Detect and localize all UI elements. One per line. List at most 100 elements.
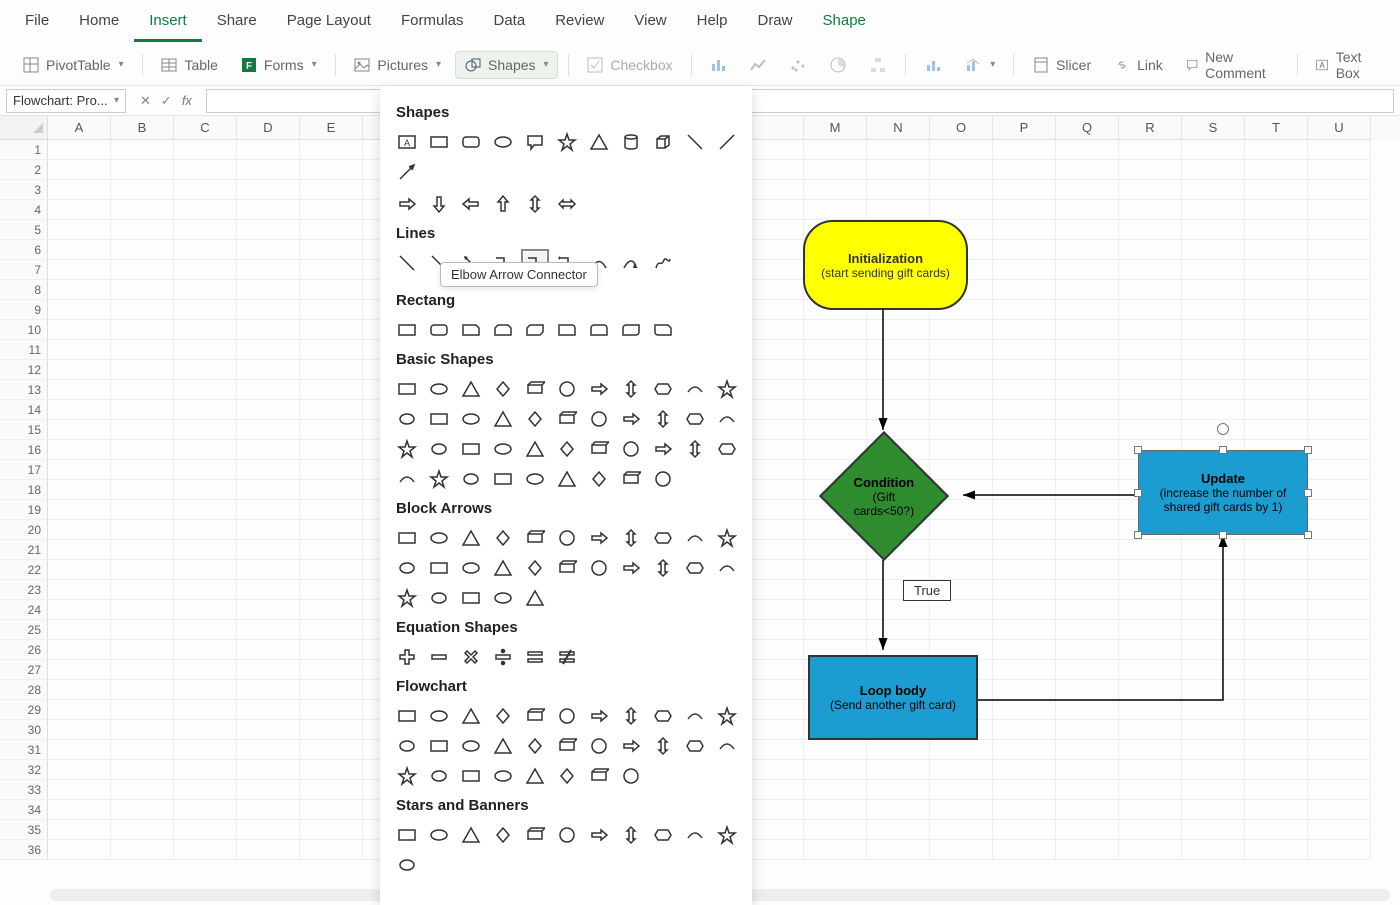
grid-cell[interactable] (1056, 580, 1119, 600)
tab-review[interactable]: Review (540, 2, 619, 42)
grid-cell[interactable] (1119, 740, 1182, 760)
grid-cell[interactable] (111, 840, 174, 860)
line-curve-arrow-icon[interactable] (620, 252, 642, 274)
grid-cell[interactable] (1119, 280, 1182, 300)
basic-shape-icon[interactable] (460, 438, 482, 460)
grid-cell[interactable] (1245, 820, 1308, 840)
grid-cell[interactable] (1308, 280, 1371, 300)
scatter-chart-button[interactable] (781, 52, 815, 78)
grid-cell[interactable] (237, 400, 300, 420)
grid-cell[interactable] (804, 360, 867, 380)
grid-cell[interactable] (1308, 760, 1371, 780)
col-header[interactable]: C (174, 116, 237, 140)
grid-cell[interactable] (237, 280, 300, 300)
grid-cell[interactable] (1056, 280, 1119, 300)
grid-cell[interactable] (111, 800, 174, 820)
grid-cell[interactable] (48, 840, 111, 860)
basic-shape-icon[interactable] (428, 468, 450, 490)
grid-cell[interactable] (1056, 500, 1119, 520)
grid-cell[interactable] (993, 800, 1056, 820)
grid-cell[interactable] (174, 380, 237, 400)
resize-handle[interactable] (1304, 489, 1312, 497)
grid-cell[interactable] (930, 600, 993, 620)
grid-cell[interactable] (1308, 600, 1371, 620)
grid-cell[interactable] (1056, 400, 1119, 420)
grid-cell[interactable] (804, 760, 867, 780)
grid-cell[interactable] (1245, 220, 1308, 240)
grid-cell[interactable] (1308, 320, 1371, 340)
grid-cell[interactable] (1056, 720, 1119, 740)
resize-handle[interactable] (1134, 446, 1142, 454)
tab-view[interactable]: View (619, 2, 681, 42)
grid-cell[interactable] (867, 380, 930, 400)
grid-cell[interactable] (237, 680, 300, 700)
grid-cell[interactable] (1245, 320, 1308, 340)
basic-shape-icon[interactable] (588, 378, 610, 400)
grid-cell[interactable] (1308, 420, 1371, 440)
row-header[interactable]: 30 (0, 720, 48, 740)
grid-cell[interactable] (111, 700, 174, 720)
column-chart-button[interactable] (701, 52, 735, 78)
grid-cell[interactable] (111, 200, 174, 220)
col-header[interactable]: T (1245, 116, 1308, 140)
grid-cell[interactable] (993, 380, 1056, 400)
name-box[interactable]: Flowchart: Pro... ▾ (6, 89, 126, 113)
grid-cell[interactable] (1056, 700, 1119, 720)
new-comment-button[interactable]: New Comment (1177, 45, 1287, 85)
grid-cell[interactable] (993, 240, 1056, 260)
grid-cell[interactable] (111, 480, 174, 500)
grid-cell[interactable] (993, 460, 1056, 480)
grid-cell[interactable] (174, 420, 237, 440)
basic-shape-icon[interactable] (652, 378, 674, 400)
star-shape-icon[interactable] (556, 824, 578, 846)
grid-cell[interactable] (237, 200, 300, 220)
basic-shape-icon[interactable] (716, 378, 738, 400)
row-header[interactable]: 27 (0, 660, 48, 680)
grid-cell[interactable] (804, 560, 867, 580)
grid-cell[interactable] (237, 460, 300, 480)
grid-cell[interactable] (1308, 720, 1371, 740)
block-arrow-icon[interactable] (524, 587, 546, 609)
grid-cell[interactable] (1056, 460, 1119, 480)
grid-cell[interactable] (867, 140, 930, 160)
grid-cell[interactable] (174, 160, 237, 180)
grid-cell[interactable] (174, 340, 237, 360)
row-header[interactable]: 18 (0, 480, 48, 500)
grid-cell[interactable] (1182, 260, 1245, 280)
grid-cell[interactable] (174, 280, 237, 300)
basic-shape-icon[interactable] (620, 408, 642, 430)
grid-cell[interactable] (174, 620, 237, 640)
grid-cell[interactable] (993, 760, 1056, 780)
row-header[interactable]: 24 (0, 600, 48, 620)
grid-cell[interactable] (111, 580, 174, 600)
grid-cell[interactable] (1119, 560, 1182, 580)
grid-cell[interactable] (48, 220, 111, 240)
grid-cell[interactable] (930, 400, 993, 420)
grid-cell[interactable] (1308, 840, 1371, 860)
flowchart-process-update[interactable]: Update (increase the number of shared gi… (1138, 450, 1308, 535)
link-button[interactable]: Link (1105, 52, 1171, 78)
eq-plus-icon[interactable] (396, 646, 418, 668)
eq-multiply-icon[interactable] (460, 646, 482, 668)
grid-cell[interactable] (867, 760, 930, 780)
grid-cell[interactable] (1308, 440, 1371, 460)
flowchart-shape-icon[interactable] (556, 705, 578, 727)
grid-cell[interactable] (174, 540, 237, 560)
grid-cell[interactable] (48, 180, 111, 200)
grid-cell[interactable] (1119, 620, 1182, 640)
flowchart-shape-icon[interactable] (460, 735, 482, 757)
accept-formula-icon[interactable]: ✓ (161, 93, 172, 109)
flowchart-shape-icon[interactable] (428, 765, 450, 787)
grid-cell[interactable] (1245, 580, 1308, 600)
row-header[interactable]: 2 (0, 160, 48, 180)
grid-cell[interactable] (1056, 760, 1119, 780)
grid-cell[interactable] (48, 640, 111, 660)
grid-cell[interactable] (300, 680, 363, 700)
grid-cell[interactable] (48, 580, 111, 600)
grid-cell[interactable] (111, 500, 174, 520)
grid-cell[interactable] (174, 660, 237, 680)
grid-cell[interactable] (993, 560, 1056, 580)
grid-cell[interactable] (1182, 200, 1245, 220)
col-header[interactable]: N (867, 116, 930, 140)
grid-cell[interactable] (48, 740, 111, 760)
